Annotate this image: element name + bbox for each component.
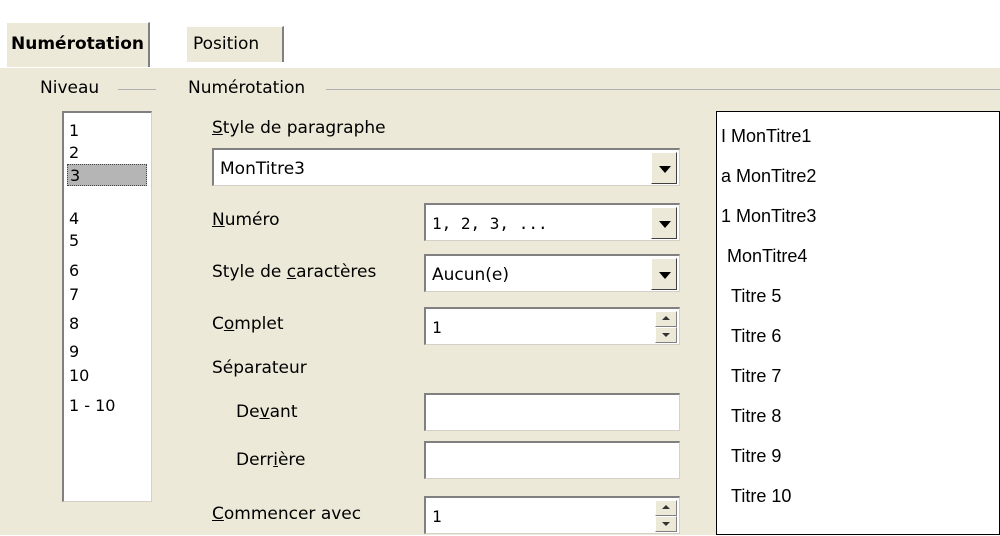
spin-down-icon[interactable] bbox=[655, 327, 677, 343]
paragraph-style-label-rest: tyle de paragraphe bbox=[222, 118, 386, 138]
preview-line: Titre 10 bbox=[731, 486, 792, 506]
after-label: Derrière bbox=[236, 450, 306, 470]
char-style-label-mnemonic: c bbox=[286, 262, 297, 282]
start-with-label-mnemonic: C bbox=[212, 504, 224, 524]
complete-value: 1 bbox=[432, 318, 442, 337]
preview-line: Titre 9 bbox=[731, 446, 782, 466]
complete-label-rest: mplet bbox=[234, 314, 284, 334]
start-with-label: Commencer avec bbox=[212, 504, 361, 524]
chevron-down-icon[interactable] bbox=[651, 258, 677, 290]
level-group-line bbox=[118, 89, 156, 90]
char-style-label-rest: aractères bbox=[296, 262, 377, 282]
preview-line: a MonTitre2 bbox=[721, 166, 817, 186]
numbering-preview: I MonTitre1 a MonTitre2 1 MonTitre3 MonT… bbox=[716, 111, 1000, 535]
paragraph-style-label: Style de paragraphe bbox=[212, 118, 386, 138]
chevron-down-icon[interactable] bbox=[651, 152, 677, 184]
level-item[interactable]: 6 bbox=[69, 260, 79, 282]
before-label-mnemonic: v bbox=[259, 402, 270, 422]
paragraph-style-value: MonTitre3 bbox=[220, 159, 305, 179]
level-item[interactable]: 5 bbox=[69, 230, 79, 252]
complete-label-mnemonic: o bbox=[223, 314, 235, 334]
level-item-selected[interactable]: 3 bbox=[67, 164, 147, 186]
preview-line: Titre 8 bbox=[731, 406, 782, 426]
level-group-title: Niveau bbox=[36, 78, 104, 98]
level-item[interactable]: 2 bbox=[69, 142, 79, 164]
numbering-dialog: Numérotation Position Niveau 1 2 3 4 5 6… bbox=[0, 0, 1000, 535]
separator-label: Séparateur bbox=[212, 358, 307, 378]
number-label-rest: uméro bbox=[224, 210, 280, 230]
before-label: Devant bbox=[236, 402, 297, 422]
tab-numerotation[interactable]: Numérotation bbox=[6, 22, 150, 68]
chevron-down-icon[interactable] bbox=[651, 207, 677, 239]
char-style-label: Style de caractères bbox=[212, 262, 376, 282]
paragraph-style-label-mnemonic: S bbox=[212, 118, 223, 138]
after-label-start: Derr bbox=[236, 450, 274, 470]
preview-line: Titre 7 bbox=[731, 366, 782, 386]
level-item[interactable]: 10 bbox=[69, 365, 89, 387]
tab-strip: Numérotation Position bbox=[0, 0, 1000, 68]
complete-spinner[interactable] bbox=[655, 311, 677, 343]
before-label-start: De bbox=[236, 402, 260, 422]
start-with-value: 1 bbox=[432, 507, 442, 526]
level-item[interactable]: 8 bbox=[69, 313, 79, 335]
complete-spinfield[interactable]: 1 bbox=[424, 307, 680, 345]
start-with-spinner[interactable] bbox=[655, 500, 677, 532]
level-item[interactable]: 1 - 10 bbox=[69, 395, 115, 417]
after-input[interactable] bbox=[424, 441, 680, 479]
preview-line: Titre 6 bbox=[731, 326, 782, 346]
number-label-mnemonic: N bbox=[212, 210, 225, 230]
spin-down-icon[interactable] bbox=[655, 516, 677, 532]
char-style-combo[interactable]: Aucun(e) bbox=[424, 254, 680, 292]
spin-up-icon[interactable] bbox=[655, 500, 677, 516]
complete-label-start: C bbox=[212, 314, 224, 334]
number-label: Numéro bbox=[212, 210, 280, 230]
preview-line: 1 MonTitre3 bbox=[721, 206, 817, 226]
level-item[interactable]: 7 bbox=[69, 284, 79, 306]
spin-up-icon[interactable] bbox=[655, 311, 677, 327]
preview-line: Titre 5 bbox=[731, 286, 782, 306]
complete-label: Complet bbox=[212, 314, 283, 334]
level-item[interactable]: 4 bbox=[69, 208, 79, 230]
start-with-spinfield[interactable]: 1 bbox=[424, 496, 680, 534]
level-item[interactable]: 1 bbox=[69, 120, 79, 142]
start-with-label-rest: ommencer avec bbox=[223, 504, 362, 524]
tab-position[interactable]: Position bbox=[186, 26, 284, 62]
preview-line: I MonTitre1 bbox=[721, 126, 812, 146]
preview-line: MonTitre4 bbox=[727, 246, 808, 266]
before-input[interactable] bbox=[424, 393, 680, 431]
char-style-value: Aucun(e) bbox=[432, 265, 510, 285]
number-value: 1, 2, 3, ... bbox=[432, 214, 548, 233]
level-listbox[interactable]: 1 2 3 4 5 6 7 8 9 10 1 - 10 bbox=[62, 111, 152, 502]
level-item[interactable]: 9 bbox=[69, 341, 79, 363]
numbering-group-title: Numérotation bbox=[184, 78, 310, 98]
after-label-rest: ère bbox=[277, 450, 306, 470]
number-combo[interactable]: 1, 2, 3, ... bbox=[424, 203, 680, 241]
numbering-group-line bbox=[326, 89, 1000, 90]
char-style-label-start: Style de bbox=[212, 262, 287, 282]
tab-page-border bbox=[6, 67, 1000, 68]
paragraph-style-combo[interactable]: MonTitre3 bbox=[212, 148, 680, 186]
before-label-rest: ant bbox=[269, 402, 298, 422]
